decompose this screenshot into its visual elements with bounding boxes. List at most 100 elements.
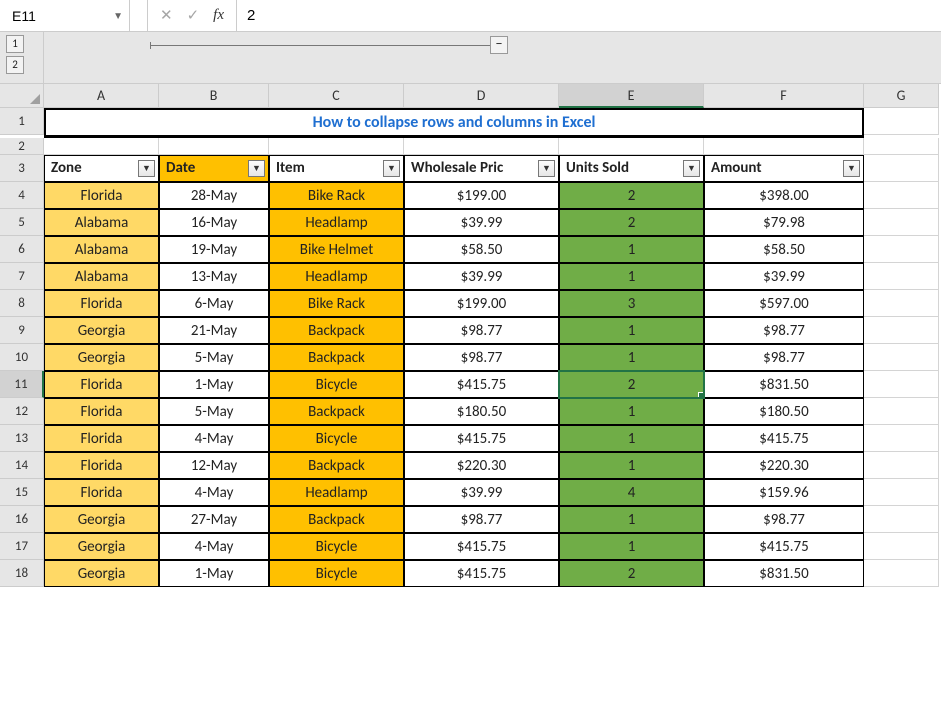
cell-D13[interactable]: $415.75 xyxy=(404,425,559,452)
cell-F7[interactable]: $39.99 xyxy=(704,263,864,290)
cell-F17[interactable]: $415.75 xyxy=(704,533,864,560)
filter-dropdown-icon[interactable]: ▼ xyxy=(538,160,555,177)
column-header-B[interactable]: B xyxy=(159,84,269,108)
row-header-2[interactable]: 2 xyxy=(0,138,44,155)
cell-C10[interactable]: Backpack xyxy=(269,344,404,371)
cell-D6[interactable]: $58.50 xyxy=(404,236,559,263)
cell-D4[interactable]: $199.00 xyxy=(404,182,559,209)
cell-E8[interactable]: 3 xyxy=(559,290,704,317)
cell-G13[interactable] xyxy=(864,425,939,452)
row-header-9[interactable]: 9 xyxy=(0,317,44,344)
row-header-15[interactable]: 15 xyxy=(0,479,44,506)
cell-E4[interactable]: 2 xyxy=(559,182,704,209)
cell-C17[interactable]: Bicycle xyxy=(269,533,404,560)
cell-C18[interactable]: Bicycle xyxy=(269,560,404,587)
cell-A18[interactable]: Georgia xyxy=(44,560,159,587)
cell-G1[interactable] xyxy=(864,108,939,135)
cell-E11[interactable]: 2 xyxy=(559,371,704,398)
row-header-7[interactable]: 7 xyxy=(0,263,44,290)
cell-A13[interactable]: Florida xyxy=(44,425,159,452)
cell-C8[interactable]: Bike Rack xyxy=(269,290,404,317)
cell-G10[interactable] xyxy=(864,344,939,371)
cell-E18[interactable]: 2 xyxy=(559,560,704,587)
cancel-icon[interactable]: ✕ xyxy=(160,6,173,25)
cell-blank2-3[interactable] xyxy=(404,138,559,155)
cell-A5[interactable]: Alabama xyxy=(44,209,159,236)
cell-B12[interactable]: 5-May xyxy=(159,398,269,425)
cell-A8[interactable]: Florida xyxy=(44,290,159,317)
cell-G11[interactable] xyxy=(864,371,939,398)
cell-C6[interactable]: Bike Helmet xyxy=(269,236,404,263)
cell-B8[interactable]: 6-May xyxy=(159,290,269,317)
table-header-amount[interactable]: Amount▼ xyxy=(704,155,864,182)
cell-F15[interactable]: $159.96 xyxy=(704,479,864,506)
cell-C13[interactable]: Bicycle xyxy=(269,425,404,452)
cell-G6[interactable] xyxy=(864,236,939,263)
cell-B6[interactable]: 19-May xyxy=(159,236,269,263)
cell-A7[interactable]: Alabama xyxy=(44,263,159,290)
table-header-units[interactable]: Units Sold▼ xyxy=(559,155,704,182)
column-header-F[interactable]: F xyxy=(704,84,864,108)
cell-G14[interactable] xyxy=(864,452,939,479)
cell-E16[interactable]: 1 xyxy=(559,506,704,533)
cell-E5[interactable]: 2 xyxy=(559,209,704,236)
cell-G16[interactable] xyxy=(864,506,939,533)
cell-blank2-0[interactable] xyxy=(44,138,159,155)
row-header-12[interactable]: 12 xyxy=(0,398,44,425)
cell-A11[interactable]: Florida xyxy=(44,371,159,398)
row-header-4[interactable]: 4 xyxy=(0,182,44,209)
table-header-zone[interactable]: Zone▼ xyxy=(44,155,159,182)
cell-F8[interactable]: $597.00 xyxy=(704,290,864,317)
cell-D10[interactable]: $98.77 xyxy=(404,344,559,371)
cell-A12[interactable]: Florida xyxy=(44,398,159,425)
cell-F9[interactable]: $98.77 xyxy=(704,317,864,344)
cell-B13[interactable]: 4-May xyxy=(159,425,269,452)
enter-icon[interactable]: ✓ xyxy=(187,6,200,25)
cell-blank2-5[interactable] xyxy=(704,138,864,155)
cell-F6[interactable]: $58.50 xyxy=(704,236,864,263)
cell-C4[interactable]: Bike Rack xyxy=(269,182,404,209)
filter-dropdown-icon[interactable]: ▼ xyxy=(248,160,265,177)
row-header-17[interactable]: 17 xyxy=(0,533,44,560)
column-header-D[interactable]: D xyxy=(404,84,559,108)
row-header-3[interactable]: 3 xyxy=(0,155,44,182)
outline-collapse-button[interactable]: − xyxy=(490,36,508,54)
column-header-E[interactable]: E xyxy=(559,84,704,108)
cell-B14[interactable]: 12-May xyxy=(159,452,269,479)
cell-blank2-4[interactable] xyxy=(559,138,704,155)
cell-G18[interactable] xyxy=(864,560,939,587)
cell-A17[interactable]: Georgia xyxy=(44,533,159,560)
cell-E6[interactable]: 1 xyxy=(559,236,704,263)
cell-D9[interactable]: $98.77 xyxy=(404,317,559,344)
cell-B4[interactable]: 28-May xyxy=(159,182,269,209)
cell-A10[interactable]: Georgia xyxy=(44,344,159,371)
cell-G12[interactable] xyxy=(864,398,939,425)
cell-B5[interactable]: 16-May xyxy=(159,209,269,236)
row-header-14[interactable]: 14 xyxy=(0,452,44,479)
row-header-11[interactable]: 11 xyxy=(0,371,44,398)
cell-C11[interactable]: Bicycle xyxy=(269,371,404,398)
cell-E14[interactable]: 1 xyxy=(559,452,704,479)
cell-E7[interactable]: 1 xyxy=(559,263,704,290)
row-header-16[interactable]: 16 xyxy=(0,506,44,533)
cell-D16[interactable]: $98.77 xyxy=(404,506,559,533)
cell-C15[interactable]: Headlamp xyxy=(269,479,404,506)
column-header-G[interactable]: G xyxy=(864,84,939,108)
row-header-10[interactable]: 10 xyxy=(0,344,44,371)
cell-B11[interactable]: 1-May xyxy=(159,371,269,398)
cell-D8[interactable]: $199.00 xyxy=(404,290,559,317)
name-box-dropdown-icon[interactable]: ▼ xyxy=(113,9,123,22)
table-header-date[interactable]: Date▼ xyxy=(159,155,269,182)
cell-C12[interactable]: Backpack xyxy=(269,398,404,425)
filter-dropdown-icon[interactable]: ▼ xyxy=(138,160,155,177)
cell-D18[interactable]: $415.75 xyxy=(404,560,559,587)
row-header-5[interactable]: 5 xyxy=(0,209,44,236)
filter-dropdown-icon[interactable]: ▼ xyxy=(383,160,400,177)
cell-D5[interactable]: $39.99 xyxy=(404,209,559,236)
outline-level-2-button[interactable]: 2 xyxy=(6,56,24,74)
cell-B7[interactable]: 13-May xyxy=(159,263,269,290)
cell-G8[interactable] xyxy=(864,290,939,317)
cell-E13[interactable]: 1 xyxy=(559,425,704,452)
fx-icon[interactable]: fx xyxy=(213,7,224,24)
cell-B16[interactable]: 27-May xyxy=(159,506,269,533)
